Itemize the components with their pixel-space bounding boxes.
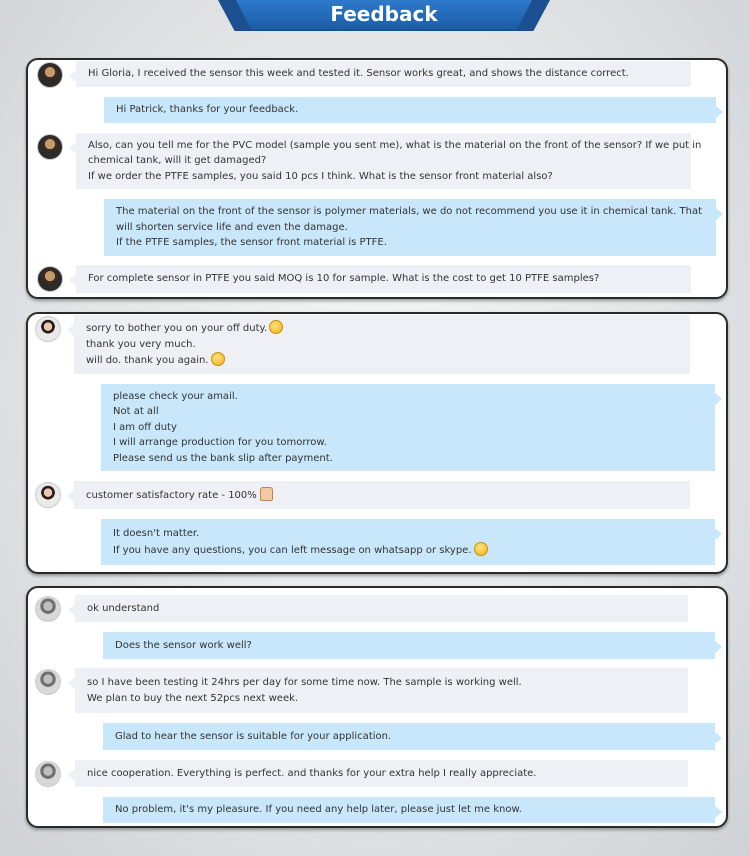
incoming-message: Hi Gloria, I received the sensor this we… [69, 61, 691, 87]
customer-avatar [35, 669, 61, 695]
outgoing-message: Glad to hear the sensor is suitable for … [103, 723, 722, 750]
customer-avatar [35, 316, 61, 342]
customer-avatar [35, 596, 61, 622]
customer-avatar [35, 482, 61, 508]
grin-face-icon [473, 541, 488, 556]
outgoing-message: Hi Patrick, thanks for your feedback. [104, 97, 723, 123]
thumbs-up-icon [259, 486, 273, 501]
outgoing-message: No problem, it's my pleasure. If you nee… [103, 797, 722, 823]
customer-avatar [37, 266, 63, 292]
smile-face-icon [210, 352, 225, 367]
customer-avatar [35, 761, 61, 787]
incoming-message: ok understand [68, 595, 688, 622]
outgoing-message: It doesn't matter. If you have any quest… [101, 519, 722, 565]
incoming-message: so I have been testing it 24hrs per day … [68, 668, 688, 713]
chat-panel-1: Hi Gloria, I received the sensor this we… [26, 58, 728, 299]
incoming-message: nice cooperation. Everything is perfect.… [68, 760, 688, 787]
sad-face-icon [269, 320, 284, 335]
chat-panel-3: ok understand Does the sensor work well?… [26, 586, 728, 828]
incoming-message: sorry to bother you on your off duty. th… [67, 315, 690, 374]
incoming-message: For complete sensor in PTFE you said MOQ… [69, 265, 691, 293]
outgoing-message: Does the sensor work well? [103, 632, 722, 659]
incoming-message: customer satisfactory rate - 100% [67, 481, 690, 509]
customer-avatar [37, 62, 63, 88]
outgoing-message: please check your amail. Not at all I am… [101, 384, 722, 471]
customer-avatar [37, 134, 63, 160]
outgoing-message: The material on the front of the sensor … [104, 199, 723, 256]
page-title: Feedback [236, 0, 532, 29]
incoming-message: Also, can you tell me for the PVC model … [69, 133, 701, 189]
chat-panel-2: sorry to bother you on your off duty. th… [26, 312, 728, 574]
